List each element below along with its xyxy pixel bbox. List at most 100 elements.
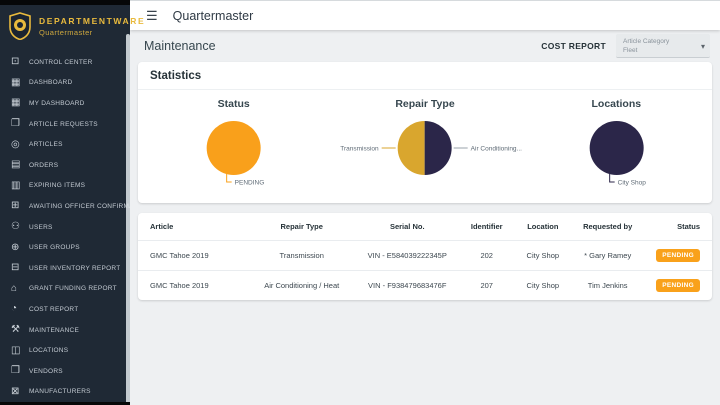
charts-row: Status PENDING Repair Type Transmission A… (138, 90, 712, 203)
sidebar-item-control-center[interactable]: ⊡ CONTROL CENTER (0, 52, 130, 73)
cell-identifier: 202 (458, 240, 515, 271)
cell-requested-by: Tim Jenkins (571, 270, 645, 300)
cell-location: City Shop (514, 240, 572, 271)
status-badge: PENDING (656, 279, 700, 292)
departmentware-badge-icon (9, 12, 31, 40)
column-header-repair-type: Repair Type (280, 222, 323, 231)
chart-block-repair-type: Repair Type Transmission Air Conditioning… (329, 95, 522, 196)
cell-repair-type: Air Conditioning / Heat (247, 270, 356, 300)
expiring-items-icon: ▥ (11, 179, 21, 191)
page-header: Maintenance COST REPORT Article Category… (138, 30, 712, 62)
column-header-requested-by: Requested by (583, 222, 633, 231)
table-row[interactable]: GMC Tahoe 2019 Air Conditioning / Heat VIN… (138, 270, 712, 300)
sidebar-item-label: USERS (29, 223, 53, 231)
sidebar-item-users[interactable]: ⚇ USERS (0, 217, 130, 238)
sidebar-item-my-dashboard[interactable]: ▦ MY DASHBOARD (0, 93, 130, 114)
sidebar: DEPARTMENTWARE Quartermaster ⊡ CONTROL CE… (0, 0, 144, 405)
locations-icon: ◫ (11, 344, 21, 356)
chart-title-repair-type: Repair Type (395, 98, 455, 110)
sidebar-item-awaiting-officer-confirmation[interactable]: ⊞ AWAITING OFFICER CONFIRMATION (0, 196, 130, 217)
awaiting-officer-confirmation-icon: ⊞ (11, 200, 20, 212)
sidebar-item-label: CONTROL CENTER (29, 58, 93, 66)
cost-report-icon: ◔ (11, 303, 18, 315)
statistics-card: Statistics Status PENDING Repair Type Tr… (138, 62, 712, 203)
sidebar-item-user-groups[interactable]: ⊕ USER GROUPS (0, 237, 130, 258)
column-header-article: Article (150, 222, 174, 231)
sidebar-item-label: ORDERS (29, 161, 59, 169)
page-header-right: COST REPORT Article Category Fleet ▾ (541, 34, 710, 58)
sidebar-item-label: GRANT FUNDING REPORT (29, 285, 117, 293)
sidebar-item-expiring-items[interactable]: ▥ EXPIRING ITEMS (0, 176, 130, 197)
article-requests-icon: ❐ (11, 118, 20, 130)
sidebar-item-vendors[interactable]: ❒ VENDORS (0, 361, 130, 382)
cell-status: PENDING (644, 240, 712, 271)
cell-article: GMC Tahoe 2019 (138, 270, 248, 300)
cell-repair-type: Transmission (247, 240, 356, 271)
sidebar-item-articles[interactable]: ◎ ARTICLES (0, 134, 130, 155)
article-category-select-line2: Fleet (623, 47, 638, 55)
hamburger-menu-icon[interactable]: ☰ (146, 9, 158, 22)
sidebar-item-label: ARTICLES (29, 141, 63, 149)
pie-chart-locations: City Shop (589, 121, 646, 187)
article-category-select-line1: Article Category (623, 38, 670, 45)
sidebar-item-dashboard[interactable]: ▦ DASHBOARD (0, 73, 130, 94)
orders-icon: ▤ (11, 159, 21, 171)
article-category-select[interactable]: Article Category Fleet ▾ (616, 34, 710, 58)
column-header-identifier: Identifier (470, 222, 503, 231)
page-title: Maintenance (144, 39, 216, 53)
sidebar-item-label: EXPIRING ITEMS (29, 182, 86, 190)
table-header-row: Article Repair Type Serial No. Identifier Lo… (138, 213, 712, 241)
dashboard-icon: ▦ (11, 76, 21, 88)
sidebar-item-maintenance[interactable]: ⚒ MAINTENANCE (0, 320, 130, 341)
vendors-icon: ❒ (11, 365, 20, 377)
sidebar-item-label: ARTICLE REQUESTS (29, 120, 98, 128)
sidebar-item-label: USER GROUPS (29, 244, 80, 252)
status-badge: PENDING (656, 249, 700, 262)
chart-title-locations: Locations (591, 98, 642, 110)
column-header-status: Status (677, 222, 700, 231)
my-dashboard-icon: ▦ (11, 97, 21, 109)
column-header-location: Location (527, 222, 559, 231)
table-body: GMC Tahoe 2019 Transmission VIN - E5840392… (138, 240, 712, 300)
sidebar-scrollbar[interactable] (126, 34, 130, 405)
user-inventory-report-icon: ⊟ (11, 262, 20, 274)
cell-serial-no: VIN - E584039222345P (355, 240, 459, 271)
sidebar-item-label: VENDORS (29, 367, 63, 375)
pie-chart-status: PENDING (206, 121, 265, 187)
brand-title: DEPARTMENTWARE (39, 15, 146, 26)
brand-texts: DEPARTMENTWARE Quartermaster (39, 16, 145, 37)
sidebar-item-label: DASHBOARD (29, 79, 73, 87)
sidebar-item-user-inventory-report[interactable]: ⊟ USER INVENTORY REPORT (0, 258, 130, 279)
window-top-edge (0, 0, 130, 5)
cell-article: GMC Tahoe 2019 (138, 240, 248, 271)
sidebar-item-manufacturers[interactable]: ⊠ MANUFACTURERS (0, 382, 130, 403)
chart-title-status: Status (217, 98, 250, 110)
sidebar-item-article-requests[interactable]: ❐ ARTICLE REQUESTS (0, 114, 130, 135)
chart-block-status: Status PENDING (138, 95, 329, 196)
brand-header[interactable]: DEPARTMENTWARE Quartermaster (0, 0, 144, 48)
grant-funding-report-icon: ⌂ (11, 282, 18, 294)
svg-text:City Shop: City Shop (617, 180, 646, 187)
column-header-serial-no-: Serial No. (389, 222, 425, 231)
svg-text:PENDING: PENDING (235, 180, 265, 187)
appbar: ☰ Quartermaster (130, 0, 720, 30)
svg-text:Transmission: Transmission (341, 145, 380, 152)
cost-report-label: COST REPORT (541, 41, 606, 51)
table-row[interactable]: GMC Tahoe 2019 Transmission VIN - E5840392… (138, 240, 712, 271)
sidebar-item-locations[interactable]: ◫ LOCATIONS (0, 340, 130, 361)
cell-serial-no: VIN - F938479683476F (355, 270, 459, 300)
svg-text:Air Conditioning...: Air Conditioning... (471, 145, 522, 152)
sidebar-item-label: AWAITING OFFICER CONFIRMATION (29, 202, 130, 210)
articles-icon: ◎ (11, 138, 20, 150)
sidebar-item-grant-funding-report[interactable]: ⌂ GRANT FUNDING REPORT (0, 279, 130, 300)
sidebar-item-cost-report[interactable]: ◔ COST REPORT (0, 299, 130, 320)
sidebar-nav: ⊡ CONTROL CENTER ▦ DASHBOARD ▦ MY DASHBOARD ❐ A… (0, 48, 130, 405)
cell-identifier: 207 (458, 270, 515, 300)
statistics-card-title: Statistics (138, 62, 712, 90)
maintenance-icon: ⚒ (11, 324, 20, 336)
main-content: Maintenance COST REPORT Article Category… (130, 30, 720, 405)
maintenance-table-card: Article Repair Type Serial No. Identifier Lo… (138, 213, 712, 300)
control-center-icon: ⊡ (11, 56, 20, 68)
sidebar-item-orders[interactable]: ▤ ORDERS (0, 155, 130, 176)
appbar-title: Quartermaster (172, 8, 254, 23)
